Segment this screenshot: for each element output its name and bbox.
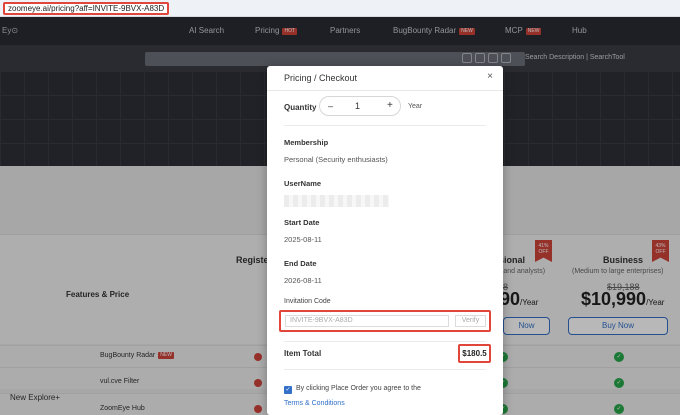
invitation-code-highlight: INVITE-9BVX-A83D Verify xyxy=(279,310,491,332)
agree-checkbox[interactable]: ✓ xyxy=(284,386,292,394)
modal-title: Pricing / Checkout xyxy=(284,73,358,83)
increment-button[interactable]: + xyxy=(387,100,393,111)
username-label: UserName xyxy=(284,179,322,188)
close-icon[interactable]: × xyxy=(487,71,493,82)
start-date-label: Start Date xyxy=(284,218,320,227)
quantity-unit: Year xyxy=(408,103,423,110)
url-field[interactable]: zoomeye.ai/pricing?aff=INVITE-9BVX-A83D xyxy=(3,2,170,15)
divider xyxy=(284,125,486,126)
divider xyxy=(267,90,503,91)
item-total-value: $180.5 xyxy=(458,344,491,363)
invitation-code-input[interactable]: INVITE-9BVX-A83D xyxy=(285,315,449,327)
quantity-stepper: – 1 + xyxy=(319,96,401,116)
browser-address-bar: zoomeye.ai/pricing?aff=INVITE-9BVX-A83D xyxy=(0,0,680,17)
quantity-input[interactable]: 1 xyxy=(355,101,360,111)
divider xyxy=(284,369,486,370)
invitation-code-label: Invitation Code xyxy=(284,298,331,305)
agree-text: By clicking Place Order you agree to the xyxy=(296,385,421,392)
divider xyxy=(284,341,486,342)
decrement-button[interactable]: – xyxy=(328,101,333,111)
terms-link[interactable]: Terms & Conditions xyxy=(284,400,345,407)
verify-button[interactable]: Verify xyxy=(455,315,486,327)
quantity-label: Quantity xyxy=(284,103,317,112)
item-total-label: Item Total xyxy=(284,349,322,358)
end-date-label: End Date xyxy=(284,259,317,268)
start-date-value: 2025-08-11 xyxy=(284,235,322,244)
username-value-blurred xyxy=(284,195,389,207)
membership-label: Membership xyxy=(284,138,329,147)
checkout-modal: Pricing / Checkout × Quantity – 1 + Year… xyxy=(267,66,503,415)
membership-value: Personal (Security enthusiasts) xyxy=(284,155,388,164)
end-date-value: 2026-08-11 xyxy=(284,276,322,285)
